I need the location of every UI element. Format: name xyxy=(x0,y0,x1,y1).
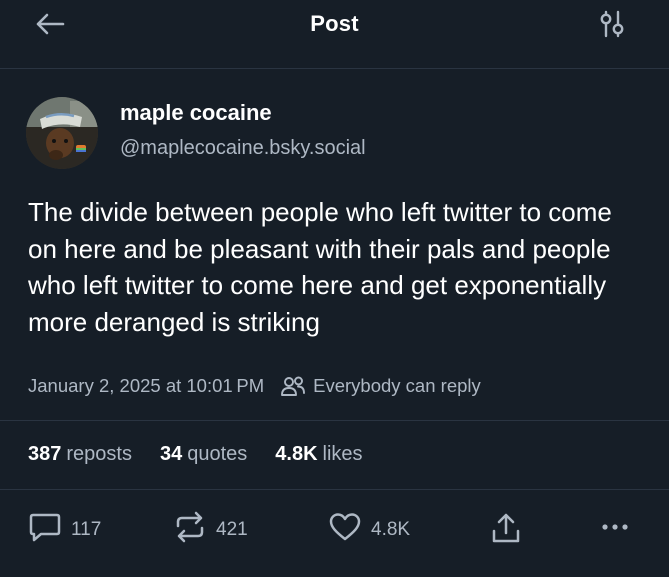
post-timestamp: January 2, 2025 at 10:01 PM xyxy=(28,375,265,396)
more-options-button[interactable] xyxy=(598,511,632,549)
share-icon xyxy=(490,511,522,551)
action-bar: 117 421 4.8K xyxy=(0,505,669,551)
heart-icon xyxy=(328,511,362,549)
likes-stat[interactable]: 4.8K likes xyxy=(275,443,362,466)
reply-button[interactable]: 117 xyxy=(28,511,101,549)
thread-settings-button[interactable] xyxy=(594,10,630,42)
header-divider xyxy=(0,68,669,69)
top-bar: Post xyxy=(0,0,669,50)
repost-count: 421 xyxy=(216,519,248,540)
reply-setting[interactable]: Everybody can reply xyxy=(313,375,481,397)
avatar[interactable] xyxy=(26,97,98,169)
meta-divider xyxy=(0,420,669,421)
repost-icon xyxy=(173,511,207,549)
reposts-label: reposts xyxy=(66,443,132,465)
likes-label: likes xyxy=(322,443,363,465)
quotes-count: 34 xyxy=(159,443,183,465)
post-meta: January 2, 2025 at 10:01 PM Everybody ca… xyxy=(28,375,481,397)
reply-count: 117 xyxy=(71,519,102,540)
page-title: Post xyxy=(310,11,359,36)
likes-count: 4.8K xyxy=(275,443,318,465)
share-button[interactable] xyxy=(490,511,522,551)
sliders-icon xyxy=(598,9,626,44)
people-icon xyxy=(280,375,306,397)
like-count: 4.8K xyxy=(371,519,411,540)
quotes-stat[interactable]: 34 quotes xyxy=(160,443,247,466)
repost-button[interactable]: 421 xyxy=(173,511,248,549)
post-text: The divide between people who left twitt… xyxy=(28,197,612,337)
author-display-name[interactable]: maple cocaine xyxy=(120,100,272,126)
post-stats: 387 reposts 34 quotes 4.8K likes xyxy=(28,443,391,466)
author-handle[interactable]: @maplecocaine.bsky.social xyxy=(120,137,366,160)
reposts-count: 387 xyxy=(28,443,62,465)
stats-divider xyxy=(0,489,669,490)
reposts-stat[interactable]: 387 reposts xyxy=(28,443,132,466)
more-horizontal-icon xyxy=(598,511,632,549)
quotes-label: quotes xyxy=(187,443,248,465)
comment-icon xyxy=(28,511,62,549)
like-button[interactable]: 4.8K xyxy=(328,511,410,549)
